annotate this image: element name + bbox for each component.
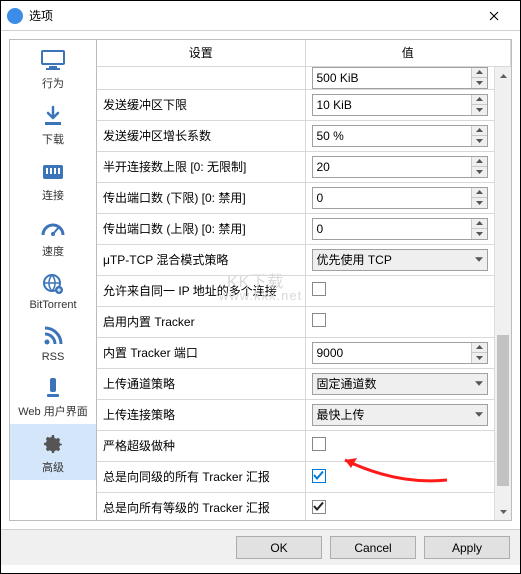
spin-field[interactable] [313, 219, 472, 239]
setting-label [97, 66, 305, 89]
checkbox[interactable] [312, 313, 326, 327]
checkbox[interactable] [312, 437, 326, 451]
sidebar-item-advanced[interactable]: 高级 [10, 424, 96, 480]
spin-up[interactable] [472, 68, 487, 79]
spin-down[interactable] [472, 78, 487, 88]
checkbox[interactable] [312, 469, 326, 483]
close-button[interactable] [474, 2, 514, 30]
sidebar-label: 速度 [42, 243, 64, 259]
select-value: 固定通道数 [317, 375, 377, 392]
settings-table: 设置 值 发送缓冲区下限发送缓冲区增长系数半开连接数上限 [0: 无限制]传出端… [97, 40, 511, 521]
spin-down[interactable] [472, 136, 487, 146]
gauge-icon [40, 214, 66, 242]
sidebar-label: 连接 [42, 187, 64, 203]
sidebar-label: 行为 [42, 75, 64, 91]
sidebar-item-webui[interactable]: Web 用户界面 [10, 368, 96, 424]
spin-input[interactable] [312, 67, 489, 89]
monitor-icon [40, 46, 66, 74]
col-value[interactable]: 值 [305, 40, 511, 66]
select-value: 最快上传 [317, 406, 365, 423]
spin-down[interactable] [472, 353, 487, 363]
cancel-button[interactable]: Cancel [330, 536, 416, 559]
scroll-thumb[interactable] [497, 335, 509, 486]
spin-down[interactable] [472, 167, 487, 177]
spin-field[interactable] [313, 188, 472, 208]
spin-input[interactable] [312, 156, 489, 178]
window-title: 选项 [29, 7, 474, 24]
col-setting[interactable]: 设置 [97, 40, 305, 66]
sidebar: 行为 下载 连接 速度 BitTorrent RSS Web 用户界面 高级 [9, 39, 97, 521]
ok-button[interactable]: OK [236, 536, 322, 559]
settings-panel: 设置 值 发送缓冲区下限发送缓冲区增长系数半开连接数上限 [0: 无限制]传出端… [97, 39, 512, 521]
sidebar-item-bittorrent[interactable]: BitTorrent [10, 264, 96, 316]
sidebar-item-rss[interactable]: RSS [10, 316, 96, 368]
spin-input[interactable] [312, 125, 489, 147]
spin-input[interactable] [312, 342, 489, 364]
app-icon [7, 8, 23, 24]
spin-field[interactable] [313, 157, 472, 177]
setting-label: μTP-TCP 混合模式策略 [97, 244, 305, 275]
checkbox[interactable] [312, 282, 326, 296]
sidebar-item-connection[interactable]: 连接 [10, 152, 96, 208]
setting-label: 上传连接策略 [97, 399, 305, 430]
spin-field[interactable] [313, 68, 472, 88]
spin-up[interactable] [472, 157, 487, 168]
sidebar-item-download[interactable]: 下载 [10, 96, 96, 152]
sidebar-label: BitTorrent [29, 299, 76, 311]
gear-icon [41, 430, 65, 458]
rss-icon [42, 322, 64, 350]
download-icon [42, 102, 64, 130]
setting-label: 上传通道策略 [97, 368, 305, 399]
server-icon [45, 374, 61, 402]
spin-down[interactable] [472, 198, 487, 208]
setting-label: 总是向所有等级的 Tracker 汇报 [97, 492, 305, 521]
ethernet-icon [41, 158, 65, 186]
setting-label: 启用内置 Tracker [97, 306, 305, 337]
spin-up[interactable] [472, 219, 487, 230]
setting-label: 半开连接数上限 [0: 无限制] [97, 151, 305, 182]
select-input[interactable]: 最快上传 [312, 404, 489, 426]
checkbox[interactable] [312, 500, 326, 514]
scroll-down-button[interactable] [495, 503, 511, 520]
spin-field[interactable] [313, 126, 472, 146]
spin-up[interactable] [472, 188, 487, 199]
spin-input[interactable] [312, 187, 489, 209]
setting-label: 内置 Tracker 端口 [97, 337, 305, 368]
setting-label: 严格超级做种 [97, 430, 305, 461]
setting-label: 允许来自同一 IP 地址的多个连接 [97, 275, 305, 306]
spin-down[interactable] [472, 229, 487, 239]
sidebar-item-behavior[interactable]: 行为 [10, 40, 96, 96]
sidebar-label: 下载 [42, 131, 64, 147]
spin-field[interactable] [313, 343, 472, 363]
spin-input[interactable] [312, 218, 489, 240]
spin-field[interactable] [313, 95, 472, 115]
titlebar: 选项 [1, 1, 520, 31]
scroll-track[interactable] [495, 84, 511, 503]
sidebar-item-speed[interactable]: 速度 [10, 208, 96, 264]
spin-up[interactable] [472, 343, 487, 354]
spin-down[interactable] [472, 105, 487, 115]
setting-label: 传出端口数 (上限) [0: 禁用] [97, 213, 305, 244]
spin-input[interactable] [312, 94, 489, 116]
setting-label: 发送缓冲区增长系数 [97, 120, 305, 151]
setting-label: 传出端口数 (下限) [0: 禁用] [97, 182, 305, 213]
sidebar-label: Web 用户界面 [18, 403, 87, 419]
select-input[interactable]: 优先使用 TCP [312, 249, 489, 271]
select-value: 优先使用 TCP [317, 251, 392, 268]
scroll-up-button[interactable] [495, 67, 511, 84]
vertical-scrollbar[interactable] [494, 67, 511, 520]
sidebar-label: 高级 [42, 459, 64, 475]
globe-icon [41, 270, 65, 298]
setting-label: 发送缓冲区下限 [97, 89, 305, 120]
spin-up[interactable] [472, 126, 487, 137]
dialog-footer: OK Cancel Apply [1, 529, 520, 565]
select-input[interactable]: 固定通道数 [312, 373, 489, 395]
setting-label: 总是向同级的所有 Tracker 汇报 [97, 461, 305, 492]
spin-up[interactable] [472, 95, 487, 106]
apply-button[interactable]: Apply [424, 536, 510, 559]
sidebar-label: RSS [42, 351, 65, 363]
